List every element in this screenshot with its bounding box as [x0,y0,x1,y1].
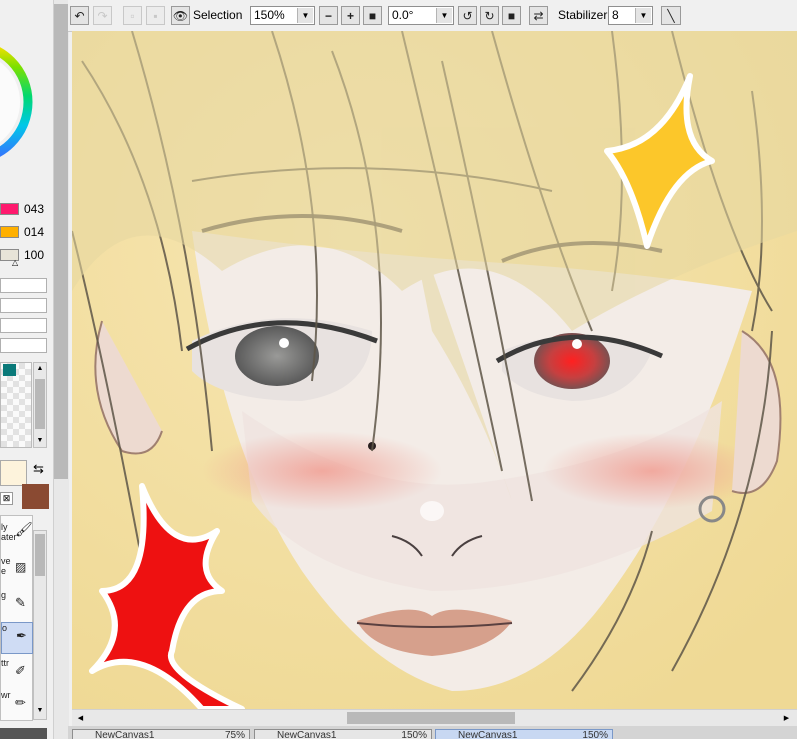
tool-item[interactable]: g ✎ [1,590,33,618]
tool-item[interactable]: ttr ✐ [1,658,33,686]
stabilizer-select[interactable]: 8 ▼ [608,6,653,25]
plus-icon: + [346,8,354,23]
slider-marker-icon: △ [12,258,19,267]
scroll-thumb[interactable] [35,534,45,576]
tool-item[interactable]: wr ✏ [1,690,33,718]
slider-bar[interactable] [0,203,19,215]
swap-colors-icon[interactable]: ⇆ [33,461,44,477]
brush-option-field[interactable] [0,318,47,333]
brush-icon: 🖌 [15,522,33,537]
scroll-thumb[interactable] [347,712,515,724]
canvas-tab[interactable]: NewCanvas1 150% [254,729,432,739]
scroll-left-icon[interactable]: ◀ [74,712,87,725]
zoom-reset-button[interactable]: ■ [363,6,382,25]
chevron-down-icon: ▼ [635,8,651,23]
flip-horizontal-button[interactable]: ⇄ [529,6,548,25]
undo-icon: ↶ [74,8,85,23]
slider-bar[interactable] [0,226,19,238]
rotate-left-icon: ↺ [462,8,473,23]
eraser-icon: ✐ [15,663,26,678]
canvas-artwork [72,31,797,709]
deselect-button[interactable]: ▫ [123,6,142,25]
redo-icon: ↷ [97,8,108,23]
left-panel: 043 014 100 △ ▲ ▼ ⇆ ⊠ ly ater 🖌 ve e ▨ g… [0,0,52,739]
marker-icon: ✏ [15,695,26,710]
zoom-select[interactable]: 150% ▼ [250,6,315,25]
tab-name: NewCanvas1 [277,730,337,739]
rotate-right-icon: ↻ [484,8,495,23]
tab-zoom: 150% [401,730,427,739]
zoom-value: 150% [254,8,285,22]
toolbar: ↶ ↷ ▫ ▪ 👁 Selection 150% ▼ − + ■ 0.0° ▼ … [68,0,797,32]
scroll-thumb[interactable] [35,379,45,429]
scroll-thumb[interactable] [54,4,68,479]
secondary-color-swatch[interactable] [22,484,49,509]
smudge-icon: ▨ [15,560,27,574]
minus-icon: − [324,8,332,23]
scroll-up-icon[interactable]: ▲ [34,363,46,375]
invert-icon: ▪ [153,8,158,23]
tool-list-scrollbar[interactable]: ▲ ▼ [33,530,47,720]
brush-size-field[interactable] [0,278,47,293]
rotation-reset-button[interactable]: ■ [502,6,521,25]
rotate-left-button[interactable]: ↺ [458,6,477,25]
redo-button[interactable]: ↷ [93,6,112,25]
rotation-value: 0.0° [392,8,414,22]
tab-name: NewCanvas1 [95,730,155,739]
brush-option-field-2[interactable] [0,338,47,353]
scroll-right-icon[interactable]: ▶ [780,712,793,725]
canvas-tab-active[interactable]: NewCanvas1 150% [435,729,613,739]
straight-line-button[interactable]: ╲ [661,6,681,25]
left-panel-scrollbar[interactable] [53,0,69,739]
selection-label: Selection [193,8,243,22]
invert-selection-button[interactable]: ▪ [146,6,165,25]
chevron-down-icon: ▼ [436,8,452,23]
zoom-in-button[interactable]: + [341,6,360,25]
zoom-out-button[interactable]: − [319,6,338,25]
tab-zoom: 150% [582,730,608,739]
diagonal-line-icon: ╲ [667,8,675,23]
tab-name: NewCanvas1 [458,730,518,739]
canvas-tab-bar: NewCanvas1 75% NewCanvas1 150% NewCanvas… [68,726,797,739]
swatch-grid[interactable] [0,362,32,448]
slider-value: 100 [24,248,45,262]
reset-square-icon: ■ [368,8,377,23]
scroll-down-icon[interactable]: ▼ [34,705,46,717]
primary-color-swatch[interactable] [0,460,27,486]
eye-icon: 👁 [172,8,189,23]
undo-button[interactable]: ↶ [70,6,89,25]
canvas-tab[interactable]: NewCanvas1 75% [72,729,250,739]
stabilizer-value: 8 [612,8,619,22]
swatch-scrollbar[interactable]: ▲ ▼ [33,362,47,448]
scroll-down-icon[interactable]: ▼ [34,435,46,447]
panel-footer [0,728,47,739]
tool-list: ly ater 🖌 ve e ▨ g ✎ o ✒ ttr ✐ wr ✏ [0,515,33,721]
slider-value: 043 [24,202,45,216]
chevron-down-icon: ▼ [297,8,313,23]
color-wheel[interactable] [0,32,52,192]
tool-item[interactable]: ly ater 🖌 [1,522,33,542]
stabilizer-label: Stabilizer [558,8,608,22]
tool-item[interactable]: ve e ▨ [1,556,33,576]
rotate-right-button[interactable]: ↻ [480,6,499,25]
show-selection-button[interactable]: 👁 [171,6,190,25]
rotation-select[interactable]: 0.0° ▼ [388,6,454,25]
deselect-icon: ▫ [130,8,135,23]
tool-item-selected[interactable]: o ✒ [1,622,33,654]
pen-icon: ✒ [16,628,27,643]
drawing-canvas[interactable] [72,31,797,709]
tab-zoom: 75% [224,730,245,739]
flip-horizontal-icon: ⇄ [533,8,544,23]
canvas-horizontal-scrollbar[interactable]: ◀ ▶ [72,709,797,727]
slider-value: 014 [24,225,45,239]
brush-density-field[interactable] [0,298,47,313]
transparent-color-icon[interactable]: ⊠ [0,492,13,505]
pencil-icon: ✎ [15,595,26,610]
swatch-teal[interactable] [3,364,16,376]
reset-square-icon: ■ [507,8,516,23]
